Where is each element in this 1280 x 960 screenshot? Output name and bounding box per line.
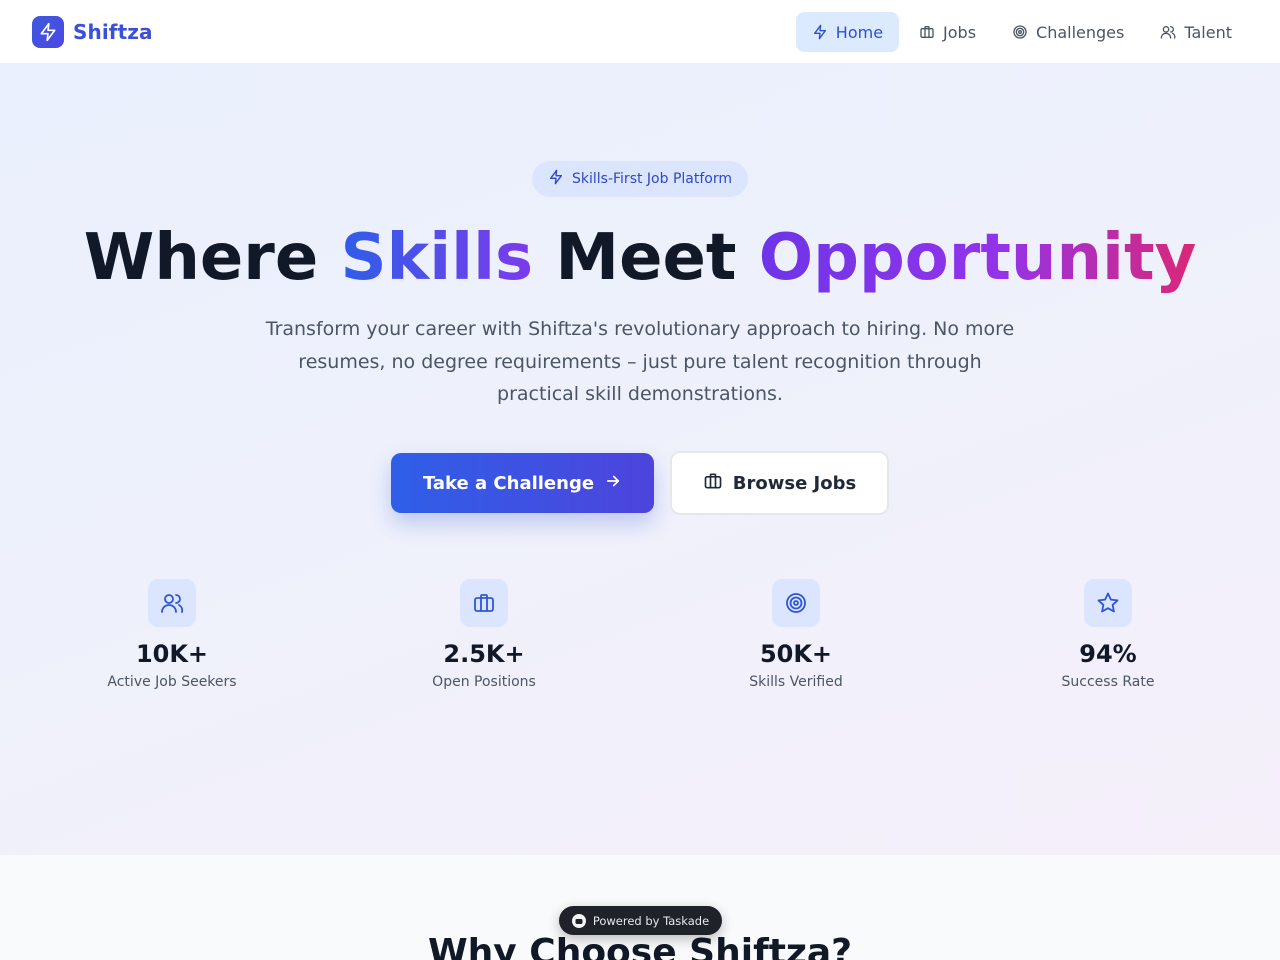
stat-label: Success Rate — [1061, 674, 1155, 690]
hero-title-highlight-skills: Skills — [340, 221, 534, 295]
hero-title-highlight-opportunity: Opportunity — [758, 221, 1197, 295]
stat-label: Skills Verified — [749, 674, 843, 690]
take-challenge-button[interactable]: Take a Challenge — [391, 453, 654, 513]
stat-label: Active Job Seekers — [107, 674, 237, 690]
stat-value: 2.5K+ — [443, 640, 525, 668]
stat-active-job-seekers: 10K+ Active Job Seekers — [72, 579, 272, 692]
nav-item-challenges[interactable]: Challenges — [996, 12, 1140, 52]
nav-item-talent[interactable]: Talent — [1144, 12, 1248, 52]
main-nav: Home Jobs Challenges Talent — [795, 12, 1248, 52]
target-icon — [772, 579, 820, 627]
badge-label: Skills-First Job Platform — [572, 171, 732, 187]
hero-title: Where Skills Meet Opportunity — [0, 214, 1280, 302]
hero-badge: Skills-First Job Platform — [532, 161, 748, 197]
brand-name: Shiftza — [73, 20, 153, 44]
briefcase-icon — [460, 579, 508, 627]
top-navbar: Shiftza Home Jobs Challenges Talent — [0, 0, 1280, 64]
target-icon — [1012, 24, 1028, 40]
nav-item-jobs[interactable]: Jobs — [903, 12, 992, 52]
powered-by-badge[interactable]: Powered by Taskade — [559, 906, 722, 935]
lightning-icon — [812, 24, 828, 40]
button-label: Browse Jobs — [732, 472, 857, 494]
hero-subtitle: Transform your career with Shiftza's rev… — [265, 318, 1015, 405]
stat-open-positions: 2.5K+ Open Positions — [384, 579, 584, 692]
hero-title-part: Meet — [533, 221, 759, 295]
section-title: Why Choose Shiftza? — [427, 932, 853, 960]
lightning-icon — [548, 169, 564, 189]
brand-logo[interactable]: Shiftza — [32, 16, 153, 48]
nav-item-home[interactable]: Home — [795, 12, 900, 52]
nav-item-label: Home — [835, 22, 884, 42]
stats-row: 10K+ Active Job Seekers 2.5K+ Open Posit… — [0, 579, 1280, 699]
hero-title-part: Where — [83, 221, 341, 295]
star-icon — [1084, 579, 1132, 627]
nav-item-label: Talent — [1184, 22, 1232, 42]
stat-value: 94% — [1079, 640, 1137, 668]
button-label: Take a Challenge — [422, 472, 595, 494]
stat-success-rate: 94% Success Rate — [1008, 579, 1208, 692]
user-icon — [1160, 24, 1176, 40]
nav-item-label: Challenges — [1036, 22, 1125, 42]
stat-label: Open Positions — [432, 674, 536, 690]
hero-section: Skills-First Job Platform Where Skills M… — [0, 64, 1280, 855]
taskade-logo-icon — [571, 913, 586, 928]
stat-value: 50K+ — [759, 640, 833, 668]
briefcase-icon — [919, 24, 935, 40]
powered-by-label: Powered by Taskade — [592, 913, 710, 928]
browse-jobs-button[interactable]: Browse Jobs — [670, 451, 889, 515]
stat-skills-verified: 50K+ Skills Verified — [696, 579, 896, 692]
arrow-right-icon — [604, 472, 622, 495]
lightning-icon — [32, 16, 64, 48]
briefcase-icon — [703, 471, 723, 496]
users-icon — [148, 579, 196, 627]
stat-value: 10K+ — [135, 640, 209, 668]
nav-item-label: Jobs — [943, 22, 977, 42]
